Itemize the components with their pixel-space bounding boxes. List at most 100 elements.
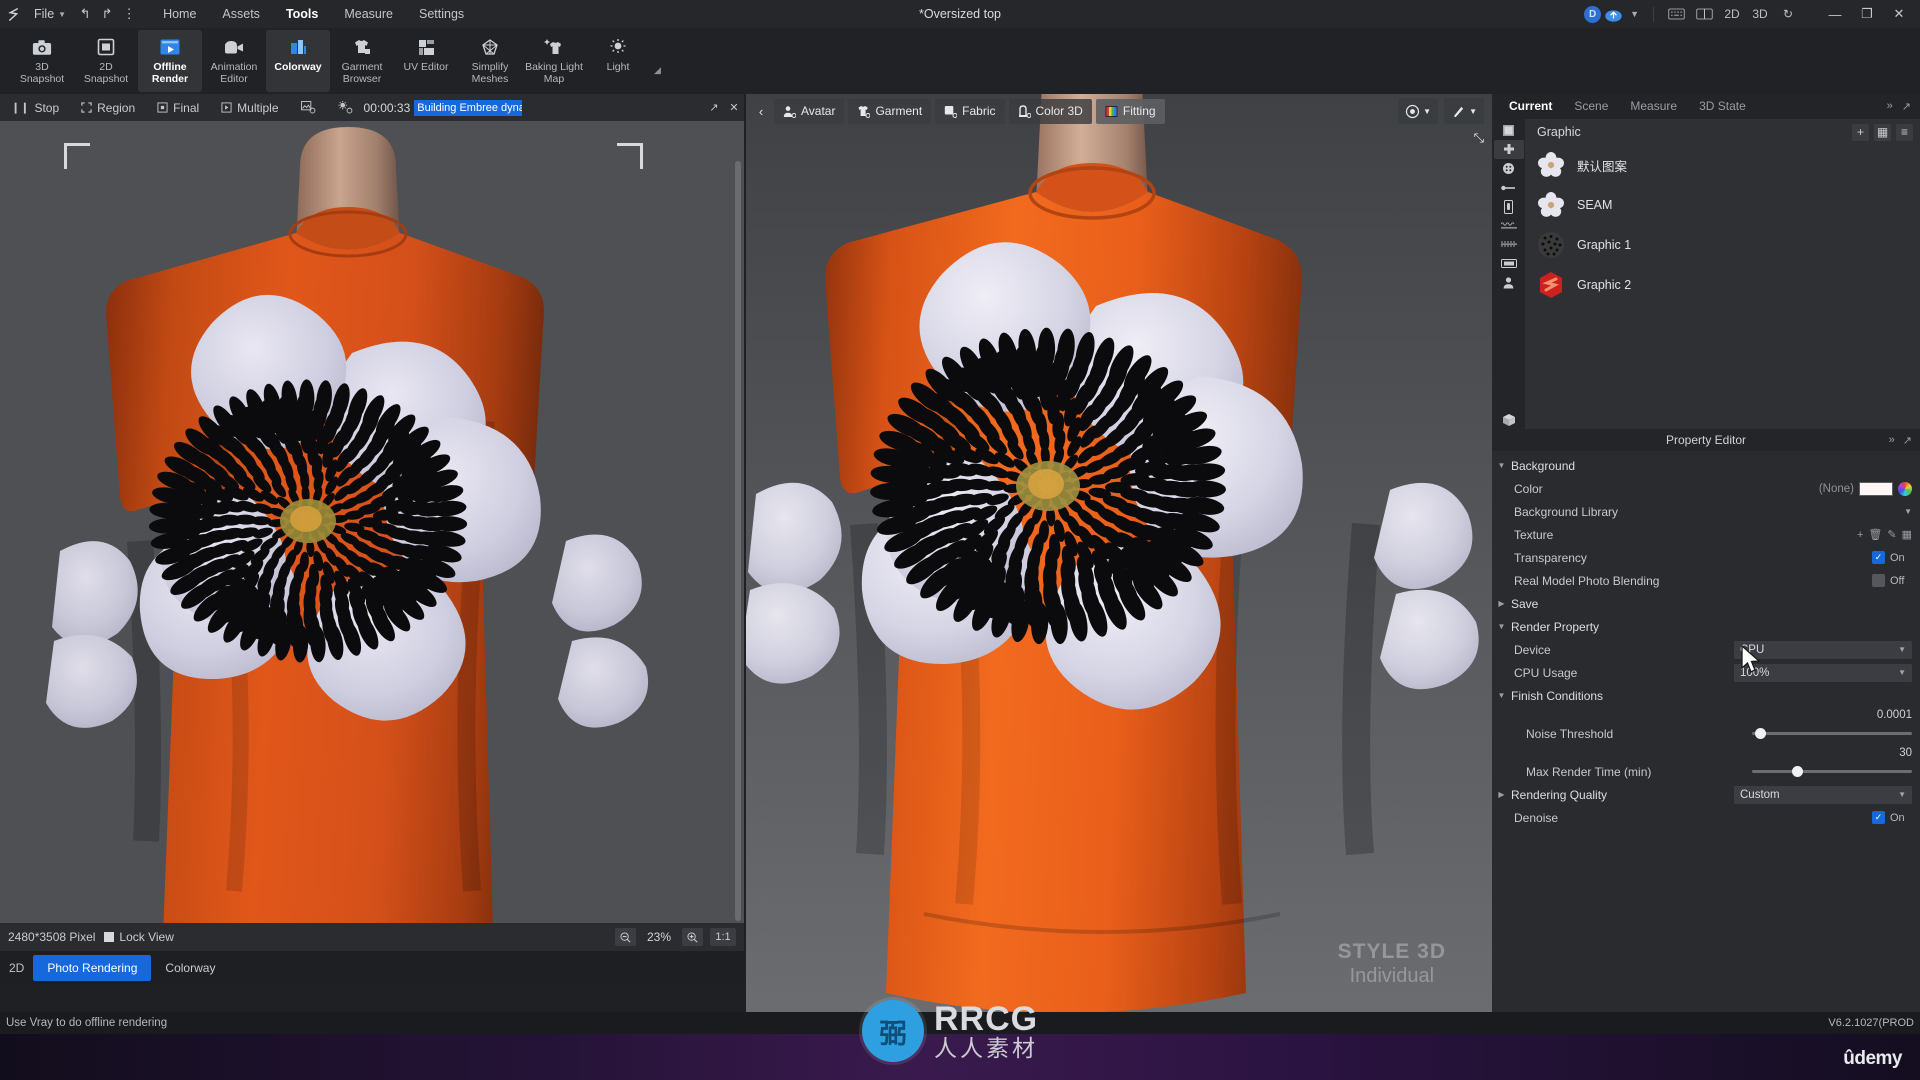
ribbon-item-offline-render[interactable]: Offline Render [138,30,202,92]
box-icon[interactable] [1494,410,1524,429]
topstitch-icon[interactable] [1494,235,1524,254]
viewport-tab-fabric[interactable]: Fabric [935,98,1005,124]
property-group-background[interactable]: ▼ Background [1492,454,1920,477]
edit-texture-icon[interactable]: ✎ [1887,528,1896,541]
avatar-list-icon[interactable] [1494,273,1524,292]
viewport-expand-icon[interactable]: ⤡ [1474,130,1484,146]
ribbon-item-colorway[interactable]: Colorway [266,30,330,92]
zoom-fit-button[interactable]: 1:1 [710,928,736,946]
add-graphic-button[interactable]: + [1852,123,1869,141]
region-render-button[interactable]: Region [70,94,146,121]
collapse-icon[interactable]: » [1887,100,1893,113]
viewport-3d[interactable]: ‹ Avatar Garment Fabric Color 3D Fitting ▼ ▼… [746,94,1492,1024]
slider-knob[interactable] [1792,766,1803,777]
pattern-icon[interactable] [1494,121,1524,140]
graphic-list-item[interactable]: Graphic 1 [1525,225,1920,265]
ribbon-item-2d-snapshot[interactable]: 2D Snapshot [74,30,138,92]
slider-knob[interactable] [1755,728,1767,739]
menu-tools[interactable]: Tools [273,3,331,25]
file-menu-button[interactable]: File ▼ [26,7,74,21]
real-model-photo-blending-checkbox[interactable]: ✓ [1872,574,1885,587]
render-canvas[interactable] [0,121,744,951]
final-render-button[interactable]: Final [146,94,210,121]
right-tab-current[interactable]: Current [1498,94,1563,119]
cloud-upload-icon[interactable] [1603,6,1623,23]
ribbon-item-light[interactable]: Light [586,30,650,92]
delete-texture-icon[interactable]: 🗑 [1868,528,1882,541]
ribbon-item-uv-editor[interactable]: UV Editor [394,30,458,92]
ribbon-overflow-icon[interactable]: ◢ [654,65,661,76]
graphic-list-item[interactable]: 默认图案 [1525,145,1920,185]
canvas-vertical-scrollbar[interactable] [735,161,741,921]
cloud-dropdown-icon[interactable]: ▼ [1625,9,1644,19]
render-close-icon[interactable]: ✕ [724,94,744,121]
render-settings-image-button[interactable] [290,94,327,121]
ribbon-item-simplify-meshes[interactable]: Simplify Meshes [458,30,522,92]
graphic-list-item[interactable]: Graphic 2 [1525,265,1920,305]
restore-button[interactable]: ❐ [1852,0,1882,28]
expand-icon[interactable]: ↗ [1903,434,1912,447]
right-tab-measure[interactable]: Measure [1619,94,1688,119]
multiple-render-button[interactable]: Multiple [210,94,289,121]
color-swatch[interactable] [1859,481,1893,496]
rendering-quality-select[interactable]: Custom ▼ [1734,785,1912,804]
right-tab-3d-state[interactable]: 3D State [1688,94,1757,119]
chevron-down-icon[interactable]: ▼ [1904,507,1912,516]
tab-photo-rendering[interactable]: Photo Rendering [33,954,152,981]
undo-icon[interactable]: ↰ [74,0,96,28]
render-settings-light-button[interactable] [327,94,364,121]
grid-view-button[interactable]: ▦ [1874,123,1891,141]
ribbon-item-3d-snapshot[interactable]: 3D Snapshot [10,30,74,92]
property-group-rendering-quality[interactable]: ▶ Rendering Quality Custom ▼ [1492,783,1920,806]
right-tab-scene[interactable]: Scene [1563,94,1619,119]
render-mode-button[interactable]: ▼ [1398,98,1439,124]
minimize-button[interactable]: — [1820,0,1850,28]
transparency-checkbox[interactable]: ✓ [1872,551,1885,564]
property-group-render-property[interactable]: ▼ Render Property [1492,615,1920,638]
list-view-button[interactable]: ≡ [1896,123,1913,141]
keyboard-shortcut-icon[interactable] [1663,3,1689,25]
menu-assets[interactable]: Assets [209,3,273,25]
viewport-tab-fitting[interactable]: Fitting [1095,98,1165,124]
mode-2d-label[interactable]: 2D [0,961,33,975]
view-2d-button[interactable]: 2D [1719,3,1745,25]
viewport-tab-avatar[interactable]: Avatar [774,98,845,124]
stop-render-button[interactable]: ❙❙ Stop [0,94,70,121]
graphic-icon[interactable] [1493,140,1524,159]
ribbon-item-animation-editor[interactable]: Animation Editor [202,30,266,92]
zoom-out-icon[interactable] [615,928,636,946]
redo-icon[interactable]: ↱ [96,0,118,28]
brush-tool-button[interactable]: ▼ [1444,98,1484,124]
add-texture-icon[interactable]: + [1857,529,1863,541]
reset-view-icon[interactable]: ↻ [1775,3,1801,25]
ribbon-item-garment-browser[interactable]: Garment Browser [330,30,394,92]
close-button[interactable]: ✕ [1884,0,1914,28]
zoom-value[interactable]: 23% [643,930,675,944]
viewport-back-icon[interactable]: ‹ [752,98,770,124]
max-render-time-min-slider[interactable] [1752,763,1912,781]
trim-icon[interactable] [1494,197,1524,216]
zipper-icon[interactable] [1494,178,1524,197]
render-expand-icon[interactable]: ↗ [704,94,724,121]
layout-split-icon[interactable] [1691,3,1717,25]
stitch-icon[interactable] [1494,216,1524,235]
tile-texture-icon[interactable]: ▦ [1902,528,1912,541]
tab-colorway[interactable]: Colorway [151,955,229,981]
menu-measure[interactable]: Measure [331,3,406,25]
view-3d-button[interactable]: 3D [1747,3,1773,25]
lock-view-checkbox[interactable] [104,932,115,942]
zoom-in-icon[interactable] [682,928,703,946]
denoise-checkbox[interactable]: ✓ [1872,811,1885,824]
button-icon[interactable] [1494,159,1524,178]
collapse-icon[interactable]: » [1889,434,1895,447]
noise-threshold-slider[interactable] [1752,725,1912,743]
menu-settings[interactable]: Settings [406,3,477,25]
menu-home[interactable]: Home [150,3,209,25]
property-group-finish-conditions[interactable]: ▼ Finish Conditions [1492,684,1920,707]
expand-icon[interactable]: ↗ [1902,100,1911,113]
viewport-tab-color-3d[interactable]: Color 3D [1008,98,1092,124]
account-avatar[interactable]: D [1584,5,1602,23]
color-wheel-icon[interactable] [1898,481,1912,496]
label-icon[interactable] [1494,254,1524,273]
more-options-icon[interactable]: ⋮ [118,0,140,28]
